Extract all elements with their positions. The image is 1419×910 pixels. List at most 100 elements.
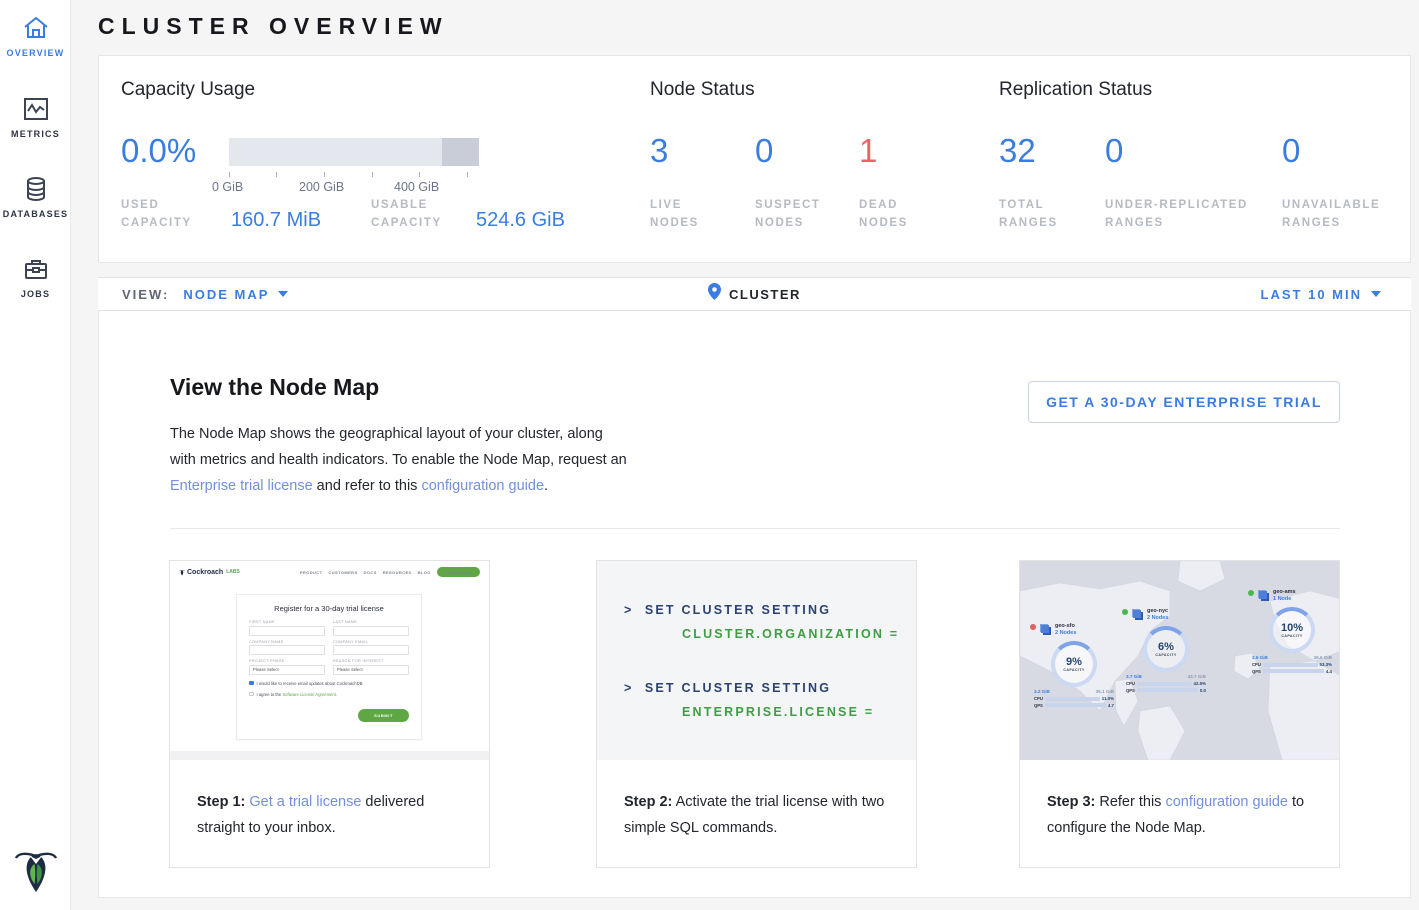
cockroachdb-logo bbox=[14, 844, 58, 896]
capacity-used-percent: 0.0% bbox=[121, 132, 196, 170]
cpu-sparkbar bbox=[1137, 682, 1192, 686]
enterprise-trial-license-link[interactable]: Enterprise trial license bbox=[170, 478, 313, 494]
mini-site-nav: PRODUCT CUSTOMERS DOCS RESOURCES BLOG DO… bbox=[300, 567, 480, 577]
capacity-bar-gauge bbox=[229, 138, 479, 166]
prompt-icon: > bbox=[624, 681, 634, 695]
gauge-tick bbox=[419, 172, 420, 177]
usable-capacity-value: 524.6 GiB bbox=[476, 209, 565, 232]
gauge-tick bbox=[324, 172, 325, 177]
sidebar-item-label: JOBS bbox=[0, 289, 71, 299]
metrics-icon bbox=[0, 95, 71, 123]
description-text: and refer to this bbox=[313, 478, 422, 494]
divider bbox=[170, 528, 1340, 529]
node-status-title: Node Status bbox=[650, 79, 755, 101]
dead-nodes-value: 1 bbox=[859, 132, 877, 170]
step3-card: geo-sfo 2 Nodes 9% CAPACITY 3.2 GiB35.1 … bbox=[1019, 560, 1340, 868]
step3-caption: Step 3: Refer this configuration guide t… bbox=[1020, 760, 1339, 841]
node-stack-icon bbox=[1133, 610, 1141, 618]
cluster-breadcrumb-label: CLUSTER bbox=[729, 287, 801, 302]
step2-caption: Step 2: Activate the trial license with … bbox=[597, 760, 916, 841]
node-stack-icon bbox=[1041, 625, 1049, 633]
sidebar: OVERVIEW METRICS DATABASES JOBS bbox=[0, 0, 71, 910]
cpu-sparkbar bbox=[1045, 697, 1100, 701]
sidebar-item-jobs[interactable]: JOBS bbox=[0, 255, 71, 299]
suspect-nodes-label: SUSPECT NODES bbox=[755, 196, 835, 232]
total-ranges-value: 32 bbox=[999, 132, 1036, 170]
mini-select: Please Select bbox=[249, 665, 325, 675]
sidebar-item-label: OVERVIEW bbox=[0, 48, 71, 58]
cockroach-labs-mini-logo: Cockroach LABS bbox=[179, 568, 240, 577]
used-capacity-label: USED CAPACITY bbox=[121, 196, 221, 232]
usable-capacity-label: USABLE CAPACITY bbox=[371, 196, 481, 232]
description-text: The Node Map shows the geographical layo… bbox=[170, 426, 627, 468]
used-capacity-value: 160.7 MiB bbox=[231, 209, 321, 232]
get-trial-license-link[interactable]: Get a trial license bbox=[249, 794, 361, 810]
locality-badge-ams: geo-ams 1 Node 10% CAPACITY 3.6 GiB36.6 … bbox=[1248, 589, 1336, 674]
suspect-nodes-value: 0 bbox=[755, 132, 773, 170]
configuration-guide-link[interactable]: configuration guide bbox=[1165, 794, 1288, 810]
step2-card: > SET CLUSTER SETTING CLUSTER.ORGANIZATI… bbox=[596, 560, 917, 868]
node-map-section: View the Node Map The Node Map shows the… bbox=[98, 311, 1411, 898]
mini-input bbox=[333, 645, 409, 655]
gauge-tick bbox=[276, 172, 277, 177]
node-map-preview-screenshot: geo-sfo 2 Nodes 9% CAPACITY 3.2 GiB35.1 … bbox=[1020, 561, 1339, 760]
qps-sparkbar bbox=[1137, 688, 1198, 692]
qps-sparkbar bbox=[1045, 703, 1106, 707]
gauge-tick-label: 0 GiB bbox=[212, 180, 243, 194]
mini-download-button: DOWNLOAD bbox=[437, 567, 480, 577]
locality-badge-sfo: geo-sfo 2 Nodes 9% CAPACITY 3.2 GiB35.1 … bbox=[1030, 623, 1118, 708]
step1-card: Cockroach LABS PRODUCT CUSTOMERS DOCS RE… bbox=[169, 560, 490, 868]
sidebar-item-metrics[interactable]: METRICS bbox=[0, 95, 71, 139]
under-replicated-ranges-label: UNDER-REPLICATED RANGES bbox=[1105, 196, 1275, 232]
page-title: CLUSTER OVERVIEW bbox=[98, 13, 449, 40]
description-text: . bbox=[544, 478, 548, 494]
unavailable-ranges-value: 0 bbox=[1282, 132, 1300, 170]
qps-sparkbar bbox=[1263, 669, 1324, 673]
capacity-usage-title: Capacity Usage bbox=[121, 79, 255, 101]
capacity-donut-gauge: 9% CAPACITY bbox=[1051, 641, 1097, 687]
healthy-dot-icon bbox=[1248, 590, 1254, 596]
gauge-tick-label: 200 GiB bbox=[299, 180, 344, 194]
step1-caption: Step 1: Get a trial license delivered st… bbox=[170, 760, 489, 841]
home-icon bbox=[0, 14, 71, 42]
sidebar-item-overview[interactable]: OVERVIEW bbox=[0, 14, 71, 58]
node-map-title: View the Node Map bbox=[170, 374, 379, 401]
sidebar-item-label: DATABASES bbox=[0, 209, 71, 219]
mini-input bbox=[249, 645, 325, 655]
mini-select: Please Select bbox=[333, 665, 409, 675]
time-range-dropdown[interactable]: LAST 10 MIN bbox=[1261, 278, 1381, 310]
database-icon bbox=[0, 175, 71, 203]
mini-submit-button: SUBMIT bbox=[358, 709, 409, 722]
gauge-tick bbox=[467, 172, 468, 177]
chevron-down-icon bbox=[1371, 291, 1381, 297]
cpu-sparkbar bbox=[1263, 663, 1318, 667]
replication-status-title: Replication Status bbox=[999, 79, 1152, 101]
node-stack-icon bbox=[1259, 591, 1267, 599]
cluster-summary-panel: Capacity Usage 0.0% 0 GiB 200 GiB 400 Gi… bbox=[98, 55, 1411, 263]
gauge-tick-label: 400 GiB bbox=[394, 180, 439, 194]
capacity-donut-gauge: 10% CAPACITY bbox=[1269, 607, 1315, 653]
capacity-donut-gauge: 6% CAPACITY bbox=[1143, 626, 1189, 672]
mini-site-footer bbox=[170, 751, 489, 760]
locality-badge-nyc: geo-nyc 2 Nodes 6% CAPACITY 3.7 GiB43.7 … bbox=[1122, 608, 1210, 693]
enterprise-trial-button[interactable]: GET A 30-DAY ENTERPRISE TRIAL bbox=[1028, 381, 1340, 423]
sidebar-item-label: METRICS bbox=[0, 129, 71, 139]
dead-nodes-label: DEAD NODES bbox=[859, 196, 939, 232]
healthy-dot-icon bbox=[1122, 609, 1128, 615]
live-nodes-label: LIVE NODES bbox=[650, 196, 730, 232]
sidebar-item-databases[interactable]: DATABASES bbox=[0, 175, 71, 219]
mini-input bbox=[333, 626, 409, 636]
briefcase-icon bbox=[0, 255, 71, 283]
mini-checkbox-checked bbox=[249, 681, 254, 686]
mini-input bbox=[249, 626, 325, 636]
gauge-tick bbox=[372, 172, 373, 177]
capacity-bar-other-segment bbox=[442, 138, 480, 166]
sql-code-block: > SET CLUSTER SETTING CLUSTER.ORGANIZATI… bbox=[597, 561, 916, 760]
mini-registration-form: Register for a 30-day trial license FIRS… bbox=[236, 594, 422, 740]
warning-dot-icon bbox=[1030, 624, 1036, 630]
prompt-icon: > bbox=[624, 603, 634, 617]
under-replicated-ranges-value: 0 bbox=[1105, 132, 1123, 170]
time-range-value: LAST 10 MIN bbox=[1261, 287, 1362, 302]
configuration-guide-link[interactable]: configuration guide bbox=[421, 478, 544, 494]
mini-form-title: Register for a 30-day trial license bbox=[249, 604, 409, 613]
